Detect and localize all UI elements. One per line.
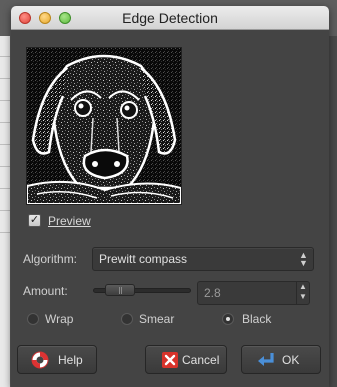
ok-label: OK <box>282 353 300 367</box>
edge-detected-dog-image <box>27 48 181 204</box>
amount-input[interactable]: 2.8 <box>197 281 297 305</box>
algorithm-select[interactable]: Prewitt compass ▲ ▼ <box>92 247 314 271</box>
title-bar[interactable]: Edge Detection <box>11 6 329 30</box>
red-x-icon <box>162 352 178 368</box>
algorithm-label: Algorithm: <box>23 252 78 266</box>
smear-radio[interactable] <box>121 313 133 325</box>
background-window-edge <box>329 36 337 387</box>
amount-label: Amount: <box>23 284 68 298</box>
window-title: Edge Detection <box>122 10 218 26</box>
amount-stepper[interactable]: ▲ ▼ <box>296 281 310 305</box>
preview-image[interactable] <box>26 47 182 205</box>
return-arrow-icon <box>258 353 274 366</box>
amount-value: 2.8 <box>204 286 221 300</box>
preview-label[interactable]: Preview <box>48 214 91 228</box>
wrap-label[interactable]: Wrap <box>45 312 73 326</box>
lifebuoy-icon <box>31 351 49 369</box>
algorithm-value: Prewitt compass <box>99 252 188 266</box>
amount-slider-thumb[interactable] <box>105 284 135 296</box>
up-down-arrows-icon: ▲ ▼ <box>299 250 308 268</box>
help-button[interactable]: Help <box>17 345 97 374</box>
black-label[interactable]: Black <box>242 312 271 326</box>
black-radio[interactable] <box>222 313 234 325</box>
cancel-button[interactable]: Cancel <box>145 345 227 374</box>
background-window-strip <box>0 36 10 387</box>
help-label: Help <box>58 353 83 367</box>
wrap-radio[interactable] <box>27 313 39 325</box>
edge-detection-dialog: Edge Detection ✓ Preview Algorithm: Prew… <box>11 6 329 387</box>
ok-button[interactable]: OK <box>241 345 321 374</box>
preview-checkbox[interactable]: ✓ <box>28 214 41 227</box>
smear-label[interactable]: Smear <box>139 312 174 326</box>
cancel-label: Cancel <box>182 353 220 367</box>
